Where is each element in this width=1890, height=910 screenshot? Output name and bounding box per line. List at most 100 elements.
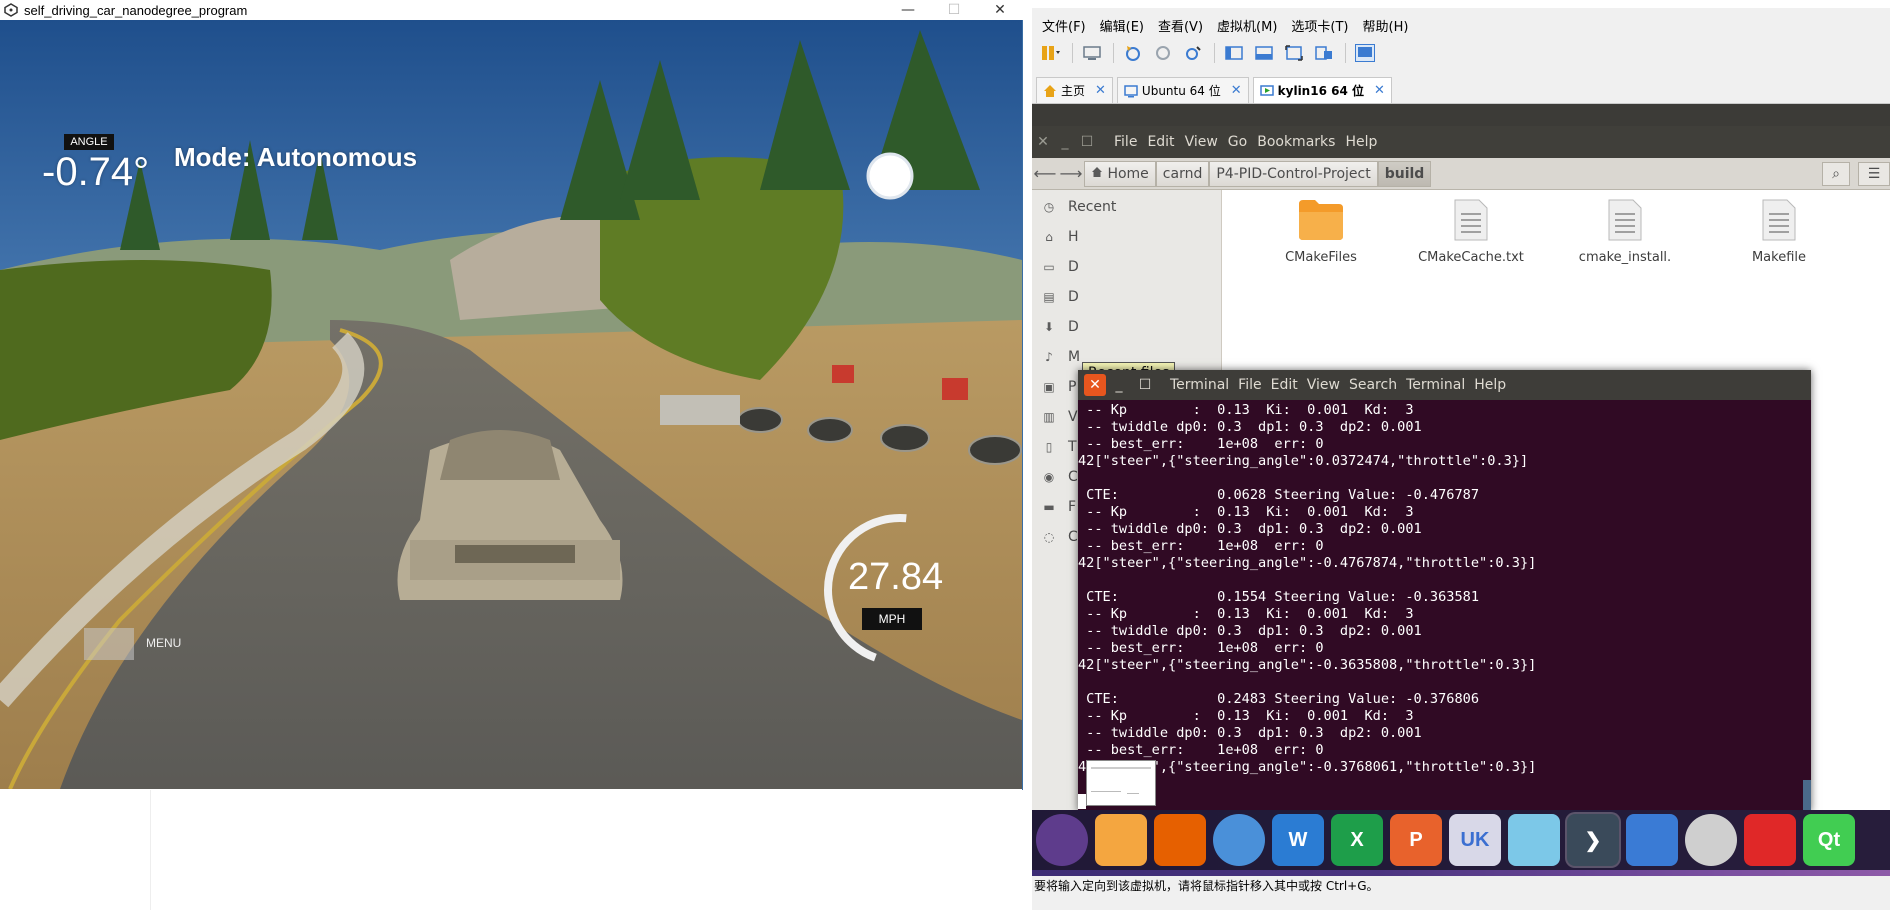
camera-icon[interactable] [1685,814,1737,866]
pause-icon[interactable] [1040,42,1062,64]
menu-view[interactable]: 查看(V) [1158,16,1203,35]
window-preview-thumbnail[interactable] [1086,760,1156,806]
terminal-line: -- Kp : 0.13 Ki: 0.001 Kd: 3 [1078,402,1414,418]
guest-screen[interactable]: ✕ _ ☐ File Edit View Go Bookmarks Help ⟵… [1032,104,1890,882]
window-icon[interactable] [1626,814,1678,866]
close-icon[interactable]: ✕ [1032,134,1054,150]
fm-menu-view[interactable]: View [1185,134,1218,150]
sidebar-item-home[interactable]: ⌂ H [1032,222,1221,252]
sidebar-item-desktop[interactable]: ▭ D [1032,252,1221,282]
files-icon[interactable] [1095,814,1147,866]
wps-presentation-icon[interactable]: P [1390,814,1442,866]
menu-edit[interactable]: 编辑(E) [1100,16,1144,35]
guest-top-panel [1032,104,1890,126]
tab-close-icon[interactable]: ✕ [1231,83,1242,98]
sidebar-item-label: D [1068,319,1079,335]
file-item[interactable]: CMakeCache.txt [1416,198,1526,265]
maximize-icon[interactable]: ☐ [1076,134,1098,150]
file-manager-menubar: ✕ _ ☐ File Edit View Go Bookmarks Help [1032,126,1890,158]
chinese-input-icon[interactable] [1744,814,1796,866]
terminal-line: -- best_err: 1e+08 err: 0 [1078,436,1324,452]
tab-home[interactable]: 主页 ✕ [1036,77,1113,103]
terminal-menu-edit[interactable]: Edit [1271,377,1298,393]
crumb-build[interactable]: build [1377,160,1432,187]
menu-help[interactable]: 帮助(H) [1363,16,1409,35]
maximize-icon[interactable]: ☐ [1132,377,1158,393]
terminal-menu-help[interactable]: Help [1474,377,1506,393]
snapshot-icon[interactable] [1122,42,1144,64]
fm-menu-file[interactable]: File [1114,134,1137,150]
fm-menu-help[interactable]: Help [1345,134,1377,150]
sidebar-item-recent[interactable]: ◷ Recent [1032,192,1221,222]
qt-icon[interactable]: Qt [1803,814,1855,866]
tab-close-icon[interactable]: ✕ [1374,83,1385,98]
search-icon[interactable]: ⌕ [1822,162,1850,186]
dock-icon-glyph: X [1350,828,1364,851]
fm-menu-edit[interactable]: Edit [1147,134,1174,150]
minimize-button[interactable]: — [885,0,931,20]
fm-menu-bookmarks[interactable]: Bookmarks [1257,134,1335,150]
sidebar-item-documents[interactable]: ▤ D [1032,282,1221,312]
wps-writer-icon[interactable]: W [1272,814,1324,866]
terminal-menu-terminal[interactable]: Terminal [1406,377,1465,393]
crumb-home[interactable]: Home [1084,160,1156,187]
terminal-menu-view[interactable]: View [1307,377,1340,393]
send-ctrl-alt-del-icon[interactable] [1081,42,1103,64]
crumb-carnd[interactable]: carnd [1155,160,1210,187]
network-icon[interactable] [1508,814,1560,866]
firefox-icon[interactable] [1154,814,1206,866]
minimize-icon[interactable]: _ [1106,377,1132,393]
terminal-window[interactable]: ✕ _ ☐ Terminal File Edit View Search Ter… [1078,370,1811,812]
dock-icon-glyph: W [1288,828,1308,851]
terminal-line: 42["steer",{"steering_angle":-0.3635808,… [1078,657,1537,673]
close-icon[interactable]: ✕ [1084,374,1106,396]
simulator-scene [0,20,1022,789]
snapshot-manager-icon[interactable] [1182,42,1204,64]
thumbnail-bar-icon[interactable] [1253,42,1275,64]
terminal-scrollbar[interactable] [1803,780,1811,812]
unity-app-icon [4,3,18,17]
menu-vm[interactable]: 虚拟机(M) [1217,16,1277,35]
simulator-titlebar: self_driving_car_nanodegree_program — ☐ … [0,0,1023,20]
terminal-output[interactable]: -- Kp : 0.13 Ki: 0.001 Kd: 3 -- twiddle … [1078,400,1811,812]
fullscreen-icon[interactable] [1283,42,1305,64]
close-button[interactable]: ✕ [977,0,1023,20]
terminal-menu-search[interactable]: Search [1349,377,1397,393]
terminal-line: 42["steer",{"steering_angle":-0.4767874,… [1078,555,1537,571]
file-item[interactable]: CMakeFiles [1266,198,1376,265]
toolbar-separator [1072,43,1073,63]
angle-value: -0.74° [42,150,150,194]
wps-spreadsheet-icon[interactable]: X [1331,814,1383,866]
ubuntu-kylin-icon[interactable] [1036,814,1088,866]
terminal-line: -- twiddle dp0: 0.3 dp1: 0.3 dp2: 0.001 [1078,725,1422,741]
file-item[interactable]: Makefile [1724,198,1834,265]
menu-button[interactable] [84,628,134,660]
list-view-icon[interactable]: ☰ [1858,162,1890,186]
terminal-menu-file[interactable]: File [1238,377,1261,393]
tab-close-icon[interactable]: ✕ [1095,83,1106,98]
driving-scene-graphic [0,20,1022,789]
tab-ubuntu[interactable]: Ubuntu 64 位 ✕ [1116,77,1249,103]
revert-snapshot-icon[interactable] [1152,42,1174,64]
terminal-icon[interactable]: ❯ [1567,814,1619,866]
tab-kylin[interactable]: kylin16 64 位 ✕ [1252,77,1392,103]
sidebar-item-label: D [1068,289,1079,305]
maximize-button[interactable]: ☐ [931,0,977,20]
terminal-line: -- Kp : 0.13 Ki: 0.001 Kd: 3 [1078,606,1414,622]
unity-mode-icon[interactable] [1313,42,1335,64]
computer-icon: ◉ [1043,470,1055,484]
forward-arrow-icon[interactable]: ⟶ [1058,164,1084,183]
sidebar-item-downloads[interactable]: ⬇ D [1032,312,1221,342]
minimize-icon[interactable]: _ [1054,134,1076,150]
fm-menu-go[interactable]: Go [1228,134,1247,150]
sidebar-toggle-icon[interactable] [1223,42,1245,64]
browser-icon[interactable] [1213,814,1265,866]
file-item[interactable]: cmake_install. [1570,198,1680,265]
console-view-icon[interactable] [1354,42,1376,64]
menu-tabs[interactable]: 选项卡(T) [1291,16,1348,35]
menu-file[interactable]: 文件(F) [1042,16,1086,35]
software-center-icon[interactable]: UK [1449,814,1501,866]
back-arrow-icon[interactable]: ⟵ [1032,164,1058,183]
crumb-project[interactable]: P4-PID-Control-Project [1209,160,1378,187]
